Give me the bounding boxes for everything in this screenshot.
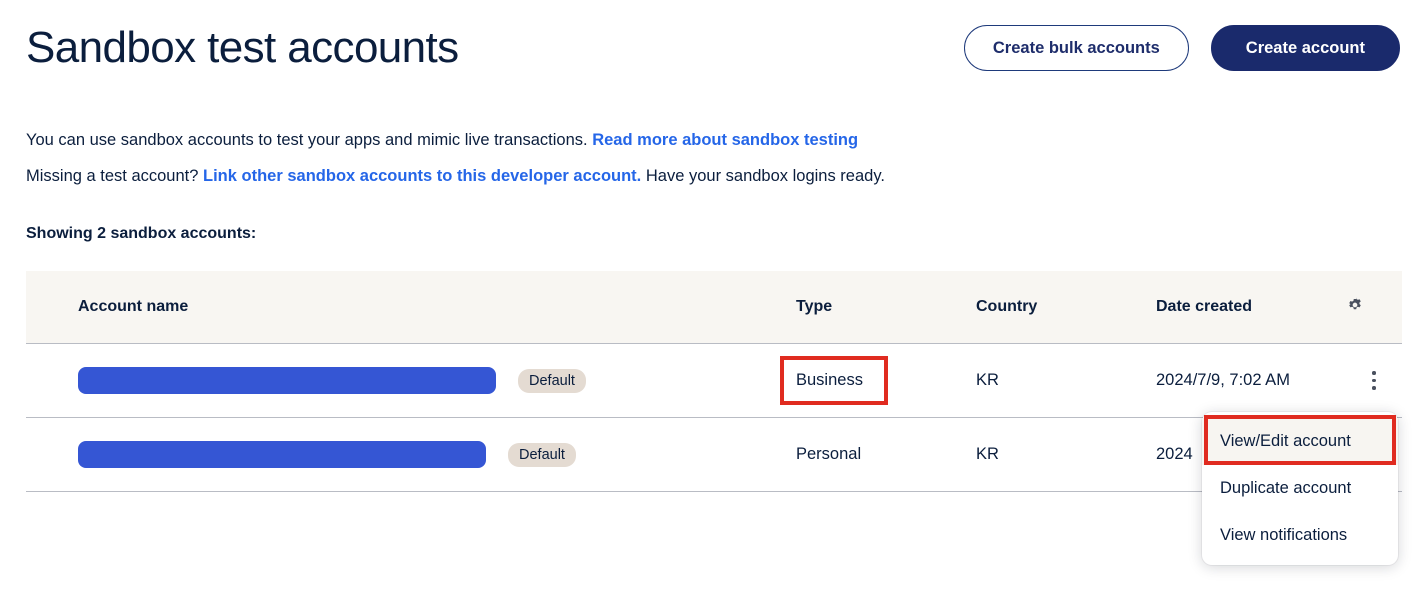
- account-name-wrapper: Default: [26, 441, 796, 468]
- intro-line-2-suffix: Have your sandbox logins ready.: [645, 167, 885, 185]
- showing-count-label: Showing 2 sandbox accounts:: [26, 225, 257, 242]
- cell-account-name: Default: [26, 343, 796, 418]
- cell-country: KR: [976, 343, 1156, 418]
- column-header-type: Type: [796, 271, 976, 344]
- accounts-table-container: Account name Type Country Date created D…: [26, 271, 1402, 492]
- status-badge: Default: [508, 442, 576, 467]
- cell-type: Personal: [796, 417, 976, 492]
- cell-date-created: 2024/7/9, 7:02 AM: [1156, 343, 1346, 418]
- kebab-dot: [1372, 378, 1376, 383]
- column-header-country: Country: [976, 271, 1156, 344]
- account-name-redaction-bar: [78, 367, 496, 394]
- account-name-wrapper: Default: [26, 367, 796, 394]
- page-title: Sandbox test accounts: [26, 23, 459, 72]
- status-badge: Default: [518, 368, 586, 393]
- table-row: Default Business KR 2024/7/9, 7:02 AM: [26, 343, 1402, 418]
- create-bulk-accounts-button[interactable]: Create bulk accounts: [963, 25, 1189, 71]
- kebab-menu-icon[interactable]: [1364, 371, 1384, 390]
- row-actions-dropdown: View/Edit account Duplicate account View…: [1202, 412, 1398, 565]
- column-header-settings[interactable]: [1346, 271, 1402, 344]
- menu-item-view-notifications[interactable]: View notifications: [1202, 512, 1398, 559]
- header-actions: Create bulk accounts Create account: [963, 25, 1400, 71]
- gear-icon[interactable]: [1346, 296, 1364, 314]
- column-header-date-created: Date created: [1156, 271, 1346, 344]
- intro-line-2: Missing a test account? Link other sandb…: [26, 163, 1366, 189]
- cell-type: Business: [796, 343, 976, 418]
- table-header-row: Account name Type Country Date created: [26, 271, 1402, 344]
- intro-line-1-text: You can use sandbox accounts to test you…: [26, 131, 588, 149]
- read-more-sandbox-testing-link[interactable]: Read more about sandbox testing: [592, 131, 858, 149]
- accounts-table-head: Account name Type Country Date created: [26, 271, 1402, 344]
- cell-row-menu[interactable]: [1346, 343, 1402, 418]
- page-header: Sandbox test accounts Create bulk accoun…: [0, 0, 1428, 100]
- cell-country: KR: [976, 417, 1156, 492]
- intro-line-2-prefix: Missing a test account?: [26, 167, 199, 185]
- link-other-sandbox-accounts-link[interactable]: Link other sandbox accounts to this deve…: [203, 167, 641, 185]
- intro-text: You can use sandbox accounts to test you…: [26, 127, 1366, 199]
- account-name-redaction-bar: [78, 441, 486, 468]
- cell-account-name: Default: [26, 417, 796, 492]
- kebab-dot: [1372, 386, 1376, 390]
- intro-line-1: You can use sandbox accounts to test you…: [26, 127, 1366, 153]
- table-row: Default Personal KR 2024: [26, 417, 1402, 492]
- kebab-dot: [1372, 371, 1376, 375]
- create-account-button[interactable]: Create account: [1210, 25, 1400, 71]
- column-header-account-name: Account name: [26, 271, 796, 344]
- accounts-table-body: Default Business KR 2024/7/9, 7:02 AM De…: [26, 343, 1402, 492]
- column-header-account-name-label: Account name: [78, 298, 189, 315]
- accounts-table: Account name Type Country Date created D…: [26, 271, 1402, 492]
- menu-item-view-edit-account[interactable]: View/Edit account: [1202, 418, 1398, 465]
- menu-item-duplicate-account[interactable]: Duplicate account: [1202, 465, 1398, 512]
